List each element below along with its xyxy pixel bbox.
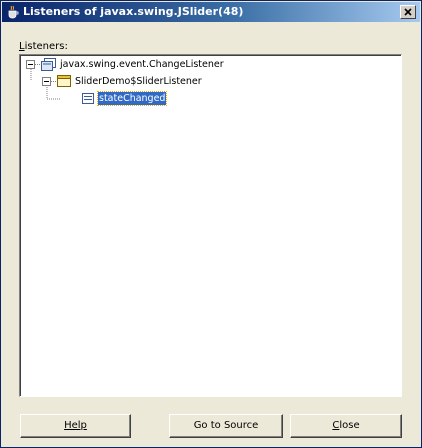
tree-node-label-selected: stateChanged <box>96 91 168 106</box>
window-close-button[interactable] <box>400 5 416 19</box>
title-bar[interactable]: Listeners of javax.swing.JSlider(48) <box>2 2 420 22</box>
listeners-dialog: Listeners of javax.swing.JSlider(48) Lis… <box>0 0 422 448</box>
class-icon <box>57 75 71 87</box>
go-to-source-button[interactable]: Go to Source <box>169 414 283 438</box>
go-to-source-label: Go to Source <box>193 420 259 431</box>
java-cup-icon <box>6 5 20 19</box>
close-icon <box>404 8 412 16</box>
listeners-tree[interactable]: javax.swing.event.ChangeListener SliderD… <box>19 54 402 397</box>
listeners-label-rest: isteners: <box>24 41 68 52</box>
close-button[interactable]: Close <box>290 414 402 438</box>
close-button-label: Close <box>332 420 359 431</box>
help-button-label: Help <box>64 420 87 431</box>
interface-icon <box>41 58 56 71</box>
close-label-rest: lose <box>339 420 360 431</box>
listeners-label: Listeners: <box>19 41 68 53</box>
tree-node-label: javax.swing.event.ChangeListener <box>60 59 224 70</box>
window-title: Listeners of javax.swing.JSlider(48) <box>23 5 244 18</box>
tree-node-label: SliderDemo$SliderListener <box>75 76 202 87</box>
method-icon <box>82 93 96 105</box>
help-button[interactable]: Help <box>20 414 131 438</box>
